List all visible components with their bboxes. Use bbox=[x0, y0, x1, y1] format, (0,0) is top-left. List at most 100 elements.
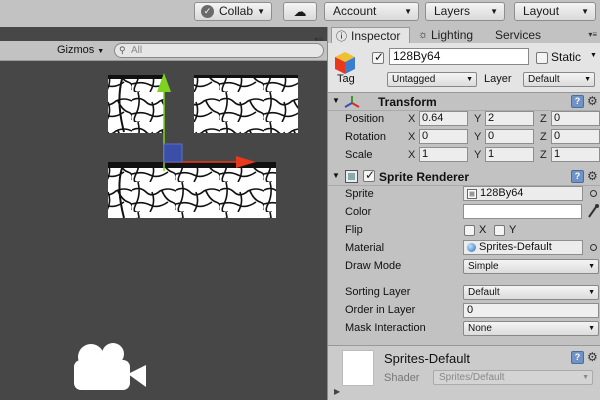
search-icon: ⚲ bbox=[119, 45, 126, 55]
check-icon: ✓ bbox=[201, 5, 214, 18]
axis-z-label: Z bbox=[540, 149, 547, 161]
sprite-selected[interactable] bbox=[108, 162, 276, 219]
layer-label: Layer bbox=[484, 73, 512, 85]
material-sphere-icon bbox=[467, 243, 476, 252]
position-label: Position bbox=[345, 113, 385, 125]
tab-lighting-label: Lighting bbox=[431, 28, 474, 42]
tab-lighting[interactable]: ☼ Lighting bbox=[418, 27, 473, 43]
search-placeholder: All bbox=[131, 45, 143, 56]
sorting-layer-dropdown[interactable]: Default ▼ bbox=[463, 285, 599, 300]
scale-z-field[interactable]: 1 bbox=[551, 147, 600, 162]
help-icon[interactable]: ? bbox=[571, 351, 584, 364]
tab-services[interactable]: Services bbox=[495, 27, 541, 43]
draw-mode-dropdown[interactable]: Simple ▼ bbox=[463, 259, 599, 274]
caret-down-icon: ▼ bbox=[257, 7, 265, 16]
gear-icon[interactable]: ⚙ bbox=[587, 350, 598, 364]
flip-label: Flip bbox=[345, 224, 363, 236]
lightbulb-icon: ☼ bbox=[418, 29, 429, 41]
caret-down-icon: ▼ bbox=[466, 76, 473, 83]
scene-canvas[interactable] bbox=[0, 62, 327, 400]
rotation-z-field[interactable]: 0 bbox=[551, 129, 600, 144]
inspector-panel: ⓘ Inspector ☼ Lighting Services ▾≡ 128By… bbox=[327, 27, 600, 400]
shader-dropdown[interactable]: Sprites/Default ▼ bbox=[433, 370, 593, 385]
draw-mode-label: Draw Mode bbox=[345, 260, 402, 272]
axis-x-label: X bbox=[408, 113, 416, 125]
color-swatch[interactable] bbox=[463, 204, 582, 219]
object-picker-icon[interactable] bbox=[590, 244, 597, 251]
sprite-field[interactable]: 128By64 bbox=[463, 186, 583, 201]
scene-header: Gizmos ▼ ⚲ All bbox=[0, 41, 327, 61]
active-checkbox[interactable] bbox=[372, 50, 384, 64]
mask-interaction-label: Mask Interaction bbox=[345, 322, 426, 334]
help-icon[interactable]: ? bbox=[571, 170, 584, 183]
scale-x-field[interactable]: 1 bbox=[419, 147, 468, 162]
layers-button[interactable]: Layers ▼ bbox=[425, 2, 505, 21]
collab-label: Collab bbox=[219, 4, 254, 18]
gameobject-header: 128By64 Static ▼ Tag Untagged ▼ Layer De… bbox=[328, 43, 600, 93]
shader-value: Sprites/Default bbox=[439, 372, 505, 383]
gameobject-name-input[interactable]: 128By64 bbox=[389, 48, 529, 65]
material-thumbnail bbox=[342, 350, 374, 386]
tab-services-label: Services bbox=[495, 28, 542, 42]
scene-search-input[interactable]: ⚲ All bbox=[114, 43, 324, 58]
eyedropper-icon[interactable] bbox=[587, 203, 599, 219]
account-button[interactable]: Account ▼ bbox=[324, 2, 419, 21]
position-z-field[interactable]: 0 bbox=[551, 111, 600, 126]
position-x-field[interactable]: 0.64 bbox=[419, 111, 468, 126]
layout-button[interactable]: Layout ▼ bbox=[514, 2, 596, 21]
axis-y-label: Y bbox=[474, 149, 482, 161]
fold-down-icon[interactable]: ▼ bbox=[332, 96, 340, 105]
caret-down-icon: ▼ bbox=[97, 48, 105, 55]
flip-x-checkbox[interactable] bbox=[464, 225, 475, 236]
caret-down-icon: ▼ bbox=[404, 7, 412, 16]
fold-right-icon[interactable]: ▶ bbox=[334, 387, 340, 396]
material-preview: ▶ Sprites-Default ? ⚙ Shader Sprites/Def… bbox=[328, 345, 600, 400]
static-label: Static bbox=[551, 50, 582, 64]
flip-x-label: X bbox=[479, 224, 487, 236]
sprite-top-right[interactable] bbox=[194, 75, 298, 133]
fold-down-icon[interactable]: ▼ bbox=[332, 171, 340, 180]
layer-value: Default bbox=[528, 74, 560, 85]
object-picker-icon[interactable] bbox=[590, 190, 597, 197]
sprite-renderer-header[interactable]: ▼ Sprite Renderer ? ⚙ bbox=[328, 168, 600, 186]
flip-y-checkbox[interactable] bbox=[494, 225, 505, 236]
scene-drawing bbox=[74, 73, 298, 390]
position-y-field[interactable]: 2 bbox=[485, 111, 534, 126]
help-icon[interactable]: ? bbox=[571, 95, 584, 108]
material-label: Material bbox=[345, 242, 385, 254]
rotation-y-field[interactable]: 0 bbox=[485, 129, 534, 144]
tag-value: Untagged bbox=[392, 74, 436, 85]
sprite-value: 128By64 bbox=[480, 187, 524, 199]
sprite-renderer-enabled-checkbox[interactable] bbox=[363, 168, 375, 182]
transform-title: Transform bbox=[378, 95, 437, 109]
shader-label: Shader bbox=[384, 372, 420, 384]
cloud-button[interactable]: ☁ bbox=[283, 2, 317, 21]
sprite-asset-icon bbox=[467, 189, 477, 199]
camera-icon[interactable] bbox=[74, 343, 146, 390]
gizmos-dropdown[interactable]: Gizmos ▼ bbox=[57, 44, 104, 56]
scale-label: Scale bbox=[345, 149, 373, 161]
draw-mode-value: Simple bbox=[468, 261, 499, 272]
axis-x-label: X bbox=[408, 131, 416, 143]
transform-icon bbox=[344, 96, 360, 108]
collab-button[interactable]: ✓ Collab ▼ bbox=[194, 2, 272, 21]
layer-dropdown[interactable]: Default ▼ bbox=[523, 72, 595, 87]
material-field[interactable]: Sprites-Default bbox=[463, 240, 583, 255]
caret-down-icon: ▼ bbox=[588, 263, 595, 270]
caret-down-icon[interactable]: ▼ bbox=[590, 52, 597, 59]
panel-menu-icon[interactable]: ▾≡ bbox=[588, 30, 597, 39]
gear-icon[interactable]: ⚙ bbox=[587, 169, 598, 183]
transform-header[interactable]: ▼ Transform ? ⚙ bbox=[328, 93, 600, 111]
tag-dropdown[interactable]: Untagged ▼ bbox=[387, 72, 477, 87]
scene-view[interactable]: ▾≡ Gizmos ▼ ⚲ All bbox=[0, 27, 327, 400]
rotation-x-field[interactable]: 0 bbox=[419, 129, 468, 144]
sprite-top-left[interactable] bbox=[108, 75, 164, 133]
gear-icon[interactable]: ⚙ bbox=[587, 94, 598, 108]
axis-y-label: Y bbox=[474, 113, 482, 125]
order-in-layer-field[interactable]: 0 bbox=[463, 303, 599, 318]
static-checkbox[interactable] bbox=[536, 52, 548, 64]
scale-y-field[interactable]: 1 bbox=[485, 147, 534, 162]
mask-interaction-dropdown[interactable]: None ▼ bbox=[463, 321, 599, 336]
tab-inspector[interactable]: ⓘ Inspector bbox=[331, 27, 410, 43]
tag-label: Tag bbox=[337, 73, 355, 85]
